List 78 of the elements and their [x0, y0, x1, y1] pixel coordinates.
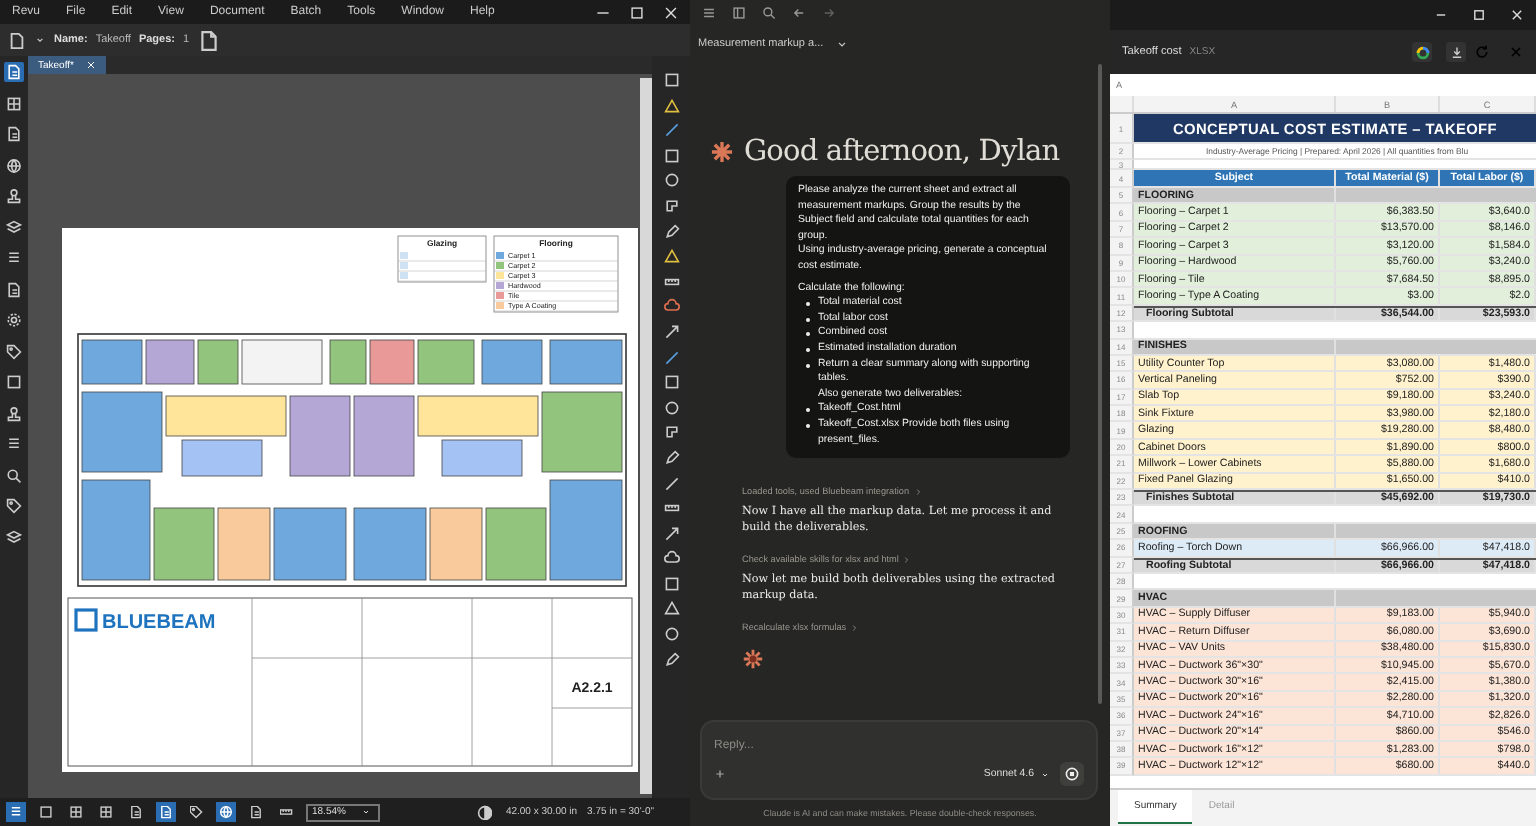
sidebar-icon[interactable] [732, 6, 746, 20]
chevron-icon [902, 555, 911, 564]
caret-icon[interactable] [34, 34, 46, 46]
tag-icon[interactable] [4, 341, 24, 361]
search-icon[interactable] [762, 6, 776, 20]
maximize-icon[interactable] [1472, 8, 1486, 22]
arrow-icon[interactable] [663, 525, 679, 542]
triangle-icon[interactable] [663, 97, 679, 114]
line-icon[interactable] [663, 349, 679, 366]
square-icon[interactable] [663, 147, 679, 164]
ruler-icon[interactable] [663, 500, 679, 517]
logo-icon [74, 608, 98, 632]
cloud-icon[interactable] [663, 298, 679, 315]
circle-icon[interactable] [663, 172, 679, 189]
back-arrow-icon[interactable] [792, 6, 806, 20]
grid-icon[interactable] [66, 802, 86, 822]
layers-icon[interactable] [4, 217, 24, 237]
globe-icon[interactable] [216, 802, 236, 822]
arrow-icon[interactable] [663, 323, 679, 340]
page-icon[interactable] [4, 124, 24, 144]
caret-icon[interactable] [835, 37, 848, 49]
globe-icon[interactable] [4, 155, 24, 175]
square-icon[interactable] [663, 575, 679, 592]
chevron-icon [850, 623, 859, 632]
open-button[interactable] [1412, 42, 1432, 62]
download-icon [1449, 45, 1463, 59]
scrollbar[interactable] [640, 78, 652, 794]
pen-icon[interactable] [663, 449, 679, 466]
stop-button[interactable] [1060, 762, 1084, 786]
list-icon[interactable] [4, 434, 24, 454]
page-icon[interactable] [156, 802, 176, 822]
page-icon[interactable] [4, 279, 24, 299]
menu-icon[interactable] [702, 6, 716, 20]
asterisk-logo-icon [710, 140, 734, 164]
stop-icon [1064, 766, 1080, 782]
list-icon[interactable] [4, 248, 24, 268]
page-icon[interactable] [197, 29, 220, 51]
list-icon[interactable] [6, 802, 26, 822]
tag-icon[interactable] [186, 802, 206, 822]
chevron-icon [913, 487, 922, 496]
grid-icon[interactable] [4, 93, 24, 113]
color-wheel-icon [1415, 45, 1429, 59]
page-icon[interactable] [246, 802, 266, 822]
circle-icon[interactable] [663, 626, 679, 643]
greeting: Good afternoon, Dylan [744, 136, 1060, 168]
line-icon[interactable] [663, 122, 679, 139]
square-icon[interactable] [36, 802, 56, 822]
line-icon[interactable] [663, 475, 679, 491]
plus-icon[interactable] [714, 768, 726, 780]
gear-icon[interactable] [4, 310, 24, 330]
circle-icon[interactable] [663, 399, 679, 416]
spinner-icon [742, 648, 764, 671]
logo-text: BLUEBEAM [102, 612, 216, 634]
stamp-icon[interactable] [4, 186, 24, 206]
minimize-icon[interactable] [1434, 8, 1448, 22]
square-icon[interactable] [663, 72, 679, 88]
maximize-icon[interactable] [630, 5, 644, 19]
triangle-icon[interactable] [663, 248, 679, 265]
grid-icon[interactable] [96, 802, 116, 822]
square-icon[interactable] [4, 372, 24, 392]
stamp-icon[interactable] [4, 403, 24, 423]
cloud-icon[interactable] [663, 550, 679, 567]
document-icon[interactable] [8, 31, 26, 49]
ruler-icon[interactable] [663, 273, 679, 290]
page-icon[interactable] [4, 62, 24, 82]
layers-icon[interactable] [4, 527, 24, 547]
polygon-icon[interactable] [663, 197, 679, 214]
contrast-icon[interactable] [473, 801, 496, 823]
pen-icon[interactable] [663, 223, 679, 240]
scrollbar[interactable] [1098, 64, 1102, 704]
polygon-icon[interactable] [663, 424, 679, 441]
triangle-icon[interactable] [663, 600, 679, 617]
pen-icon[interactable] [663, 651, 679, 668]
search-icon[interactable] [4, 465, 24, 485]
page-icon[interactable] [126, 802, 146, 822]
tag-icon[interactable] [4, 496, 24, 516]
download-button[interactable] [1446, 42, 1466, 62]
square-icon[interactable] [663, 374, 679, 391]
